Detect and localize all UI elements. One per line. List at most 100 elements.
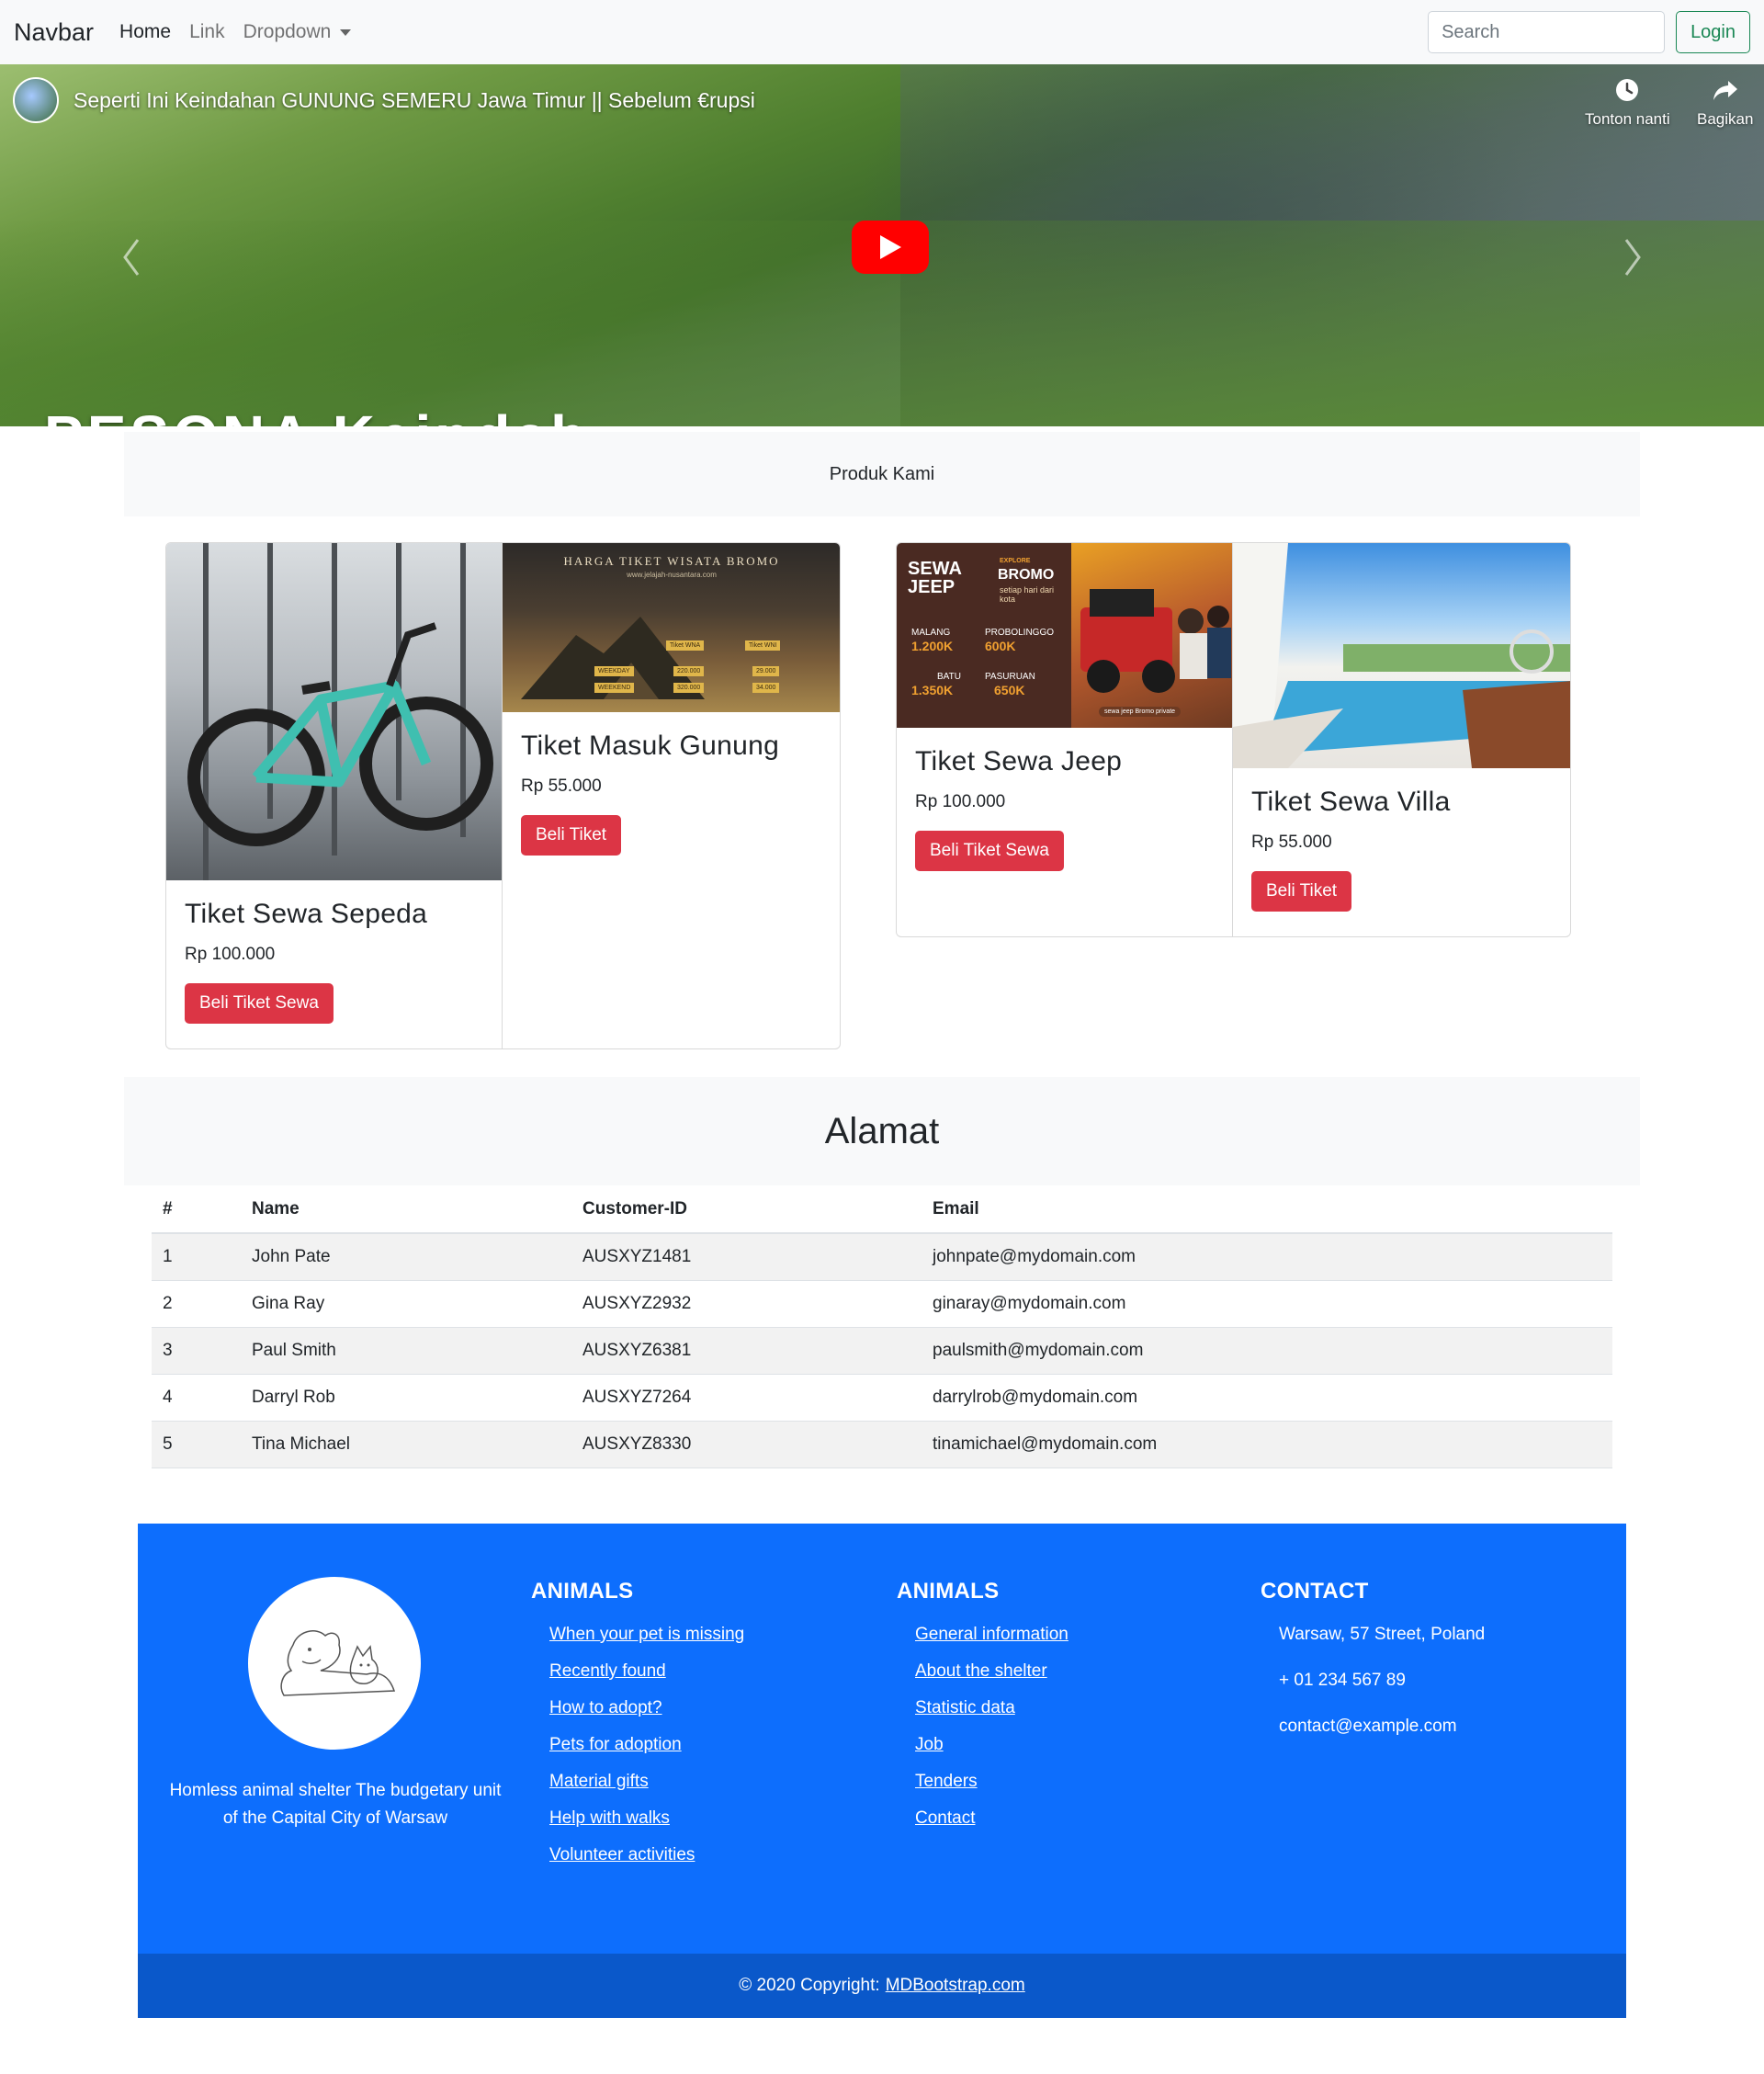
- row-email: ginaray@mydomain.com: [922, 1280, 1612, 1328]
- footer-link-how-to-adopt[interactable]: How to adopt?: [549, 1698, 662, 1717]
- bromo-col-wni: Tiket WNI: [745, 640, 781, 651]
- copyright-bar: © 2020 Copyright: MDBootstrap.com: [138, 1954, 1626, 2018]
- card-title: Tiket Masuk Gunung: [521, 731, 780, 761]
- product-card: Tiket Sewa Sepeda Rp 100.000 Beli Tiket …: [166, 543, 503, 1048]
- dog-cat-icon: [280, 1630, 396, 1696]
- bicycle-image: [166, 543, 502, 880]
- row-customer-id: AUSXYZ6381: [571, 1327, 922, 1375]
- jeep-image-heading: SEWA JEEP: [908, 559, 962, 597]
- copyright-link[interactable]: MDBootstrap.com: [886, 1976, 1025, 1996]
- row-customer-id: AUSXYZ1481: [571, 1233, 922, 1281]
- footer-animals-column-2: ANIMALS General information About the sh…: [897, 1579, 1069, 1845]
- table-row: 3 Paul Smith AUSXYZ6381 paulsmith@mydoma…: [152, 1327, 1612, 1375]
- row-customer-id: AUSXYZ8330: [571, 1421, 922, 1468]
- channel-avatar[interactable]: [13, 77, 59, 123]
- villa-pool-icon: [1233, 543, 1570, 768]
- row-number: 1: [152, 1233, 241, 1281]
- carousel-prev-icon[interactable]: [118, 234, 145, 280]
- row-email: johnpate@mydomain.com: [922, 1233, 1612, 1281]
- jeep-image-sub: setiap hari dari kota: [1000, 585, 1055, 604]
- card-title: Tiket Sewa Villa: [1251, 787, 1451, 817]
- table-row: 1 John Pate AUSXYZ1481 johnpate@mydomain…: [152, 1233, 1612, 1281]
- search-input[interactable]: [1428, 11, 1666, 53]
- bromo-image-title: HARGA TIKET WISATA BROMO: [563, 554, 780, 568]
- nav-link-home[interactable]: Home: [119, 21, 171, 43]
- share-icon: [1713, 81, 1737, 100]
- caret-down-icon: [340, 28, 352, 36]
- bromo-image-site: www.jelajah-nusantara.com: [627, 571, 717, 579]
- jeep-batu-price: 1.350K: [911, 683, 954, 697]
- footer-link-statistic-data[interactable]: Statistic data: [915, 1698, 1015, 1717]
- jeep-malang: MALANG: [911, 628, 951, 638]
- copyright-text: © 2020 Copyright:: [739, 1976, 880, 1995]
- nav-dropdown[interactable]: Dropdown: [243, 21, 352, 43]
- bromo-wna-weekday: 220.000: [673, 666, 705, 676]
- column-header-number: #: [152, 1185, 241, 1234]
- product-card: SEWA JEEP EXPLORE BROMO setiap hari dari…: [897, 543, 1233, 936]
- contact-address: Warsaw, 57 Street, Poland: [1279, 1625, 1486, 1644]
- customer-table: # Name Customer-ID Email 1 John Pate AUS…: [152, 1185, 1612, 1468]
- footer-column-title: ANIMALS: [897, 1579, 1000, 1604]
- buy-rental-ticket-button[interactable]: Beli Tiket Sewa: [185, 983, 334, 1024]
- table-row: 2 Gina Ray AUSXYZ2932 ginaray@mydomain.c…: [152, 1280, 1612, 1328]
- jeep-image-bromo: BROMO: [998, 567, 1055, 583]
- jeep-rental-image: SEWA JEEP EXPLORE BROMO setiap hari dari…: [897, 543, 1232, 728]
- navbar: Navbar Home Link Dropdown Login: [0, 0, 1764, 64]
- footer-animals-column: ANIMALS When your pet is missing Recentl…: [531, 1579, 744, 1882]
- video-title-bar: Seperti Ini Keindahan GUNUNG SEMERU Jawa…: [13, 77, 755, 123]
- products-heading: Produk Kami: [124, 432, 1640, 516]
- footer-link-job[interactable]: Job: [915, 1735, 944, 1754]
- row-name: Paul Smith: [241, 1327, 571, 1375]
- bromo-wna-weekend: 320.000: [673, 683, 705, 693]
- footer-column-title: CONTACT: [1261, 1579, 1369, 1604]
- bicycle-icon: [187, 622, 493, 846]
- card-group: SEWA JEEP EXPLORE BROMO setiap hari dari…: [896, 542, 1571, 937]
- video-title[interactable]: Seperti Ini Keindahan GUNUNG SEMERU Jawa…: [74, 88, 755, 113]
- login-button[interactable]: Login: [1676, 11, 1750, 53]
- play-button[interactable]: [852, 221, 929, 274]
- share-label: Bagikan: [1697, 110, 1754, 128]
- card-title: Tiket Sewa Sepeda: [185, 899, 428, 929]
- footer-link-recently-found[interactable]: Recently found: [549, 1661, 666, 1681]
- jeep-batu: BATU: [937, 672, 961, 682]
- card-price: Rp 100.000: [185, 945, 276, 964]
- navbar-brand[interactable]: Navbar: [14, 18, 94, 47]
- products-heading-text: Produk Kami: [829, 463, 935, 484]
- footer-link-volunteer-activities[interactable]: Volunteer activities: [549, 1845, 695, 1864]
- footer-link-about-shelter[interactable]: About the shelter: [915, 1661, 1047, 1681]
- footer-link-tenders[interactable]: Tenders: [915, 1772, 978, 1791]
- bromo-wni-weekend: 34.000: [752, 683, 780, 693]
- product-card: Tiket Sewa Villa Rp 55.000 Beli Tiket: [1233, 543, 1570, 936]
- row-number: 3: [152, 1327, 241, 1375]
- footer-contact-column: CONTACT Warsaw, 57 Street, Poland + 01 2…: [1261, 1579, 1485, 1762]
- buy-ticket-button[interactable]: Beli Tiket: [1251, 871, 1352, 912]
- footer-link-pet-missing[interactable]: When your pet is missing: [549, 1625, 744, 1644]
- carousel-next-icon[interactable]: [1619, 234, 1646, 280]
- footer-link-contact[interactable]: Contact: [915, 1808, 975, 1828]
- buy-rental-ticket-button[interactable]: Beli Tiket Sewa: [915, 831, 1064, 871]
- share-button[interactable]: Bagikan: [1697, 77, 1753, 129]
- footer: Homless animal shelter The budgetary uni…: [138, 1524, 1626, 2018]
- row-customer-id: AUSXYZ7264: [571, 1374, 922, 1422]
- card-price: Rp 55.000: [521, 776, 602, 796]
- jeep-pasuruan-price: 650K: [994, 683, 1025, 697]
- video-embed[interactable]: Seperti Ini Keindahan GUNUNG SEMERU Jawa…: [0, 64, 1764, 426]
- card-group: Tiket Sewa Sepeda Rp 100.000 Beli Tiket …: [165, 542, 841, 1049]
- play-icon: [880, 235, 901, 259]
- watch-later-button[interactable]: Tonton nanti: [1585, 77, 1670, 129]
- footer-link-pets-for-adoption[interactable]: Pets for adoption: [549, 1735, 682, 1754]
- row-number: 2: [152, 1280, 241, 1328]
- buy-ticket-button[interactable]: Beli Tiket: [521, 815, 622, 856]
- nav-link-link[interactable]: Link: [189, 21, 225, 43]
- card-price: Rp 100.000: [915, 792, 1006, 811]
- address-heading: Alamat: [124, 1077, 1640, 1185]
- footer-link-material-gifts[interactable]: Material gifts: [549, 1772, 649, 1791]
- row-email: paulsmith@mydomain.com: [922, 1327, 1612, 1375]
- bromo-ticket-image: HARGA TIKET WISATA BROMO www.jelajah-nus…: [503, 543, 840, 712]
- footer-link-help-with-walks[interactable]: Help with walks: [549, 1808, 670, 1828]
- jeep-malang-price: 1.200K: [911, 639, 954, 653]
- row-number: 5: [152, 1421, 241, 1468]
- clock-icon: [1616, 79, 1639, 101]
- jeep-probolinggo-price: 600K: [985, 639, 1016, 653]
- footer-link-general-information[interactable]: General information: [915, 1625, 1069, 1644]
